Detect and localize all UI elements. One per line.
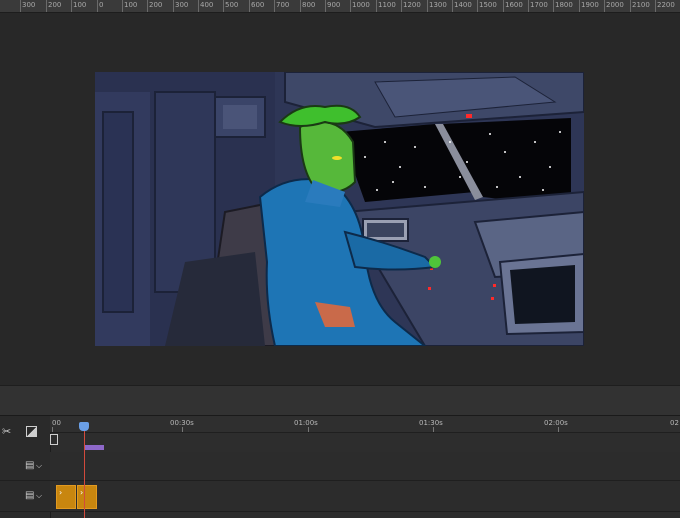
video-clip[interactable]: › (56, 485, 76, 509)
timecode-label: 00 (52, 419, 61, 427)
audio-mute-icon[interactable] (50, 434, 58, 445)
timecode-label: 01:00s (294, 419, 318, 427)
timecode-label: 02:00s (544, 419, 568, 427)
ruler-label: 100 (124, 1, 138, 9)
ruler-label: 2100 (632, 1, 650, 9)
ruler-label: 100 (73, 1, 87, 9)
ruler-label: 1400 (454, 1, 472, 9)
ruler-label: 1100 (378, 1, 396, 9)
ruler-label: 300 (22, 1, 36, 9)
ruler-label: 500 (225, 1, 239, 9)
ruler-label: 800 (302, 1, 316, 9)
ruler-label: 0 (99, 1, 104, 9)
ruler-label: 400 (200, 1, 214, 9)
playhead-line[interactable] (84, 424, 85, 518)
chevron-down-icon[interactable]: ⌵ (36, 460, 42, 471)
film-icon[interactable]: ▤ (25, 460, 34, 471)
horizontal-ruler: 300 200 100 0 100 200 300 400 500 600 70… (0, 0, 680, 13)
ruler-label: 200 (149, 1, 163, 9)
ruler-label: 2200 (657, 1, 675, 9)
ruler-label: 300 (175, 1, 189, 9)
ruler-label: 1700 (530, 1, 548, 9)
playhead-handle[interactable] (79, 422, 89, 431)
video-track-2[interactable]: › › (50, 481, 680, 512)
chevron-down-icon[interactable]: ⌵ (36, 490, 42, 501)
panel-divider (0, 385, 680, 416)
ruler-label: 2000 (606, 1, 624, 9)
clip-arrow-icon: › (80, 488, 84, 497)
scissors-icon[interactable]: ✂ (2, 426, 11, 437)
ruler-label: 900 (327, 1, 341, 9)
clip-arrow-icon: › (59, 488, 63, 497)
ruler-label: 1300 (429, 1, 447, 9)
canvas-workspace[interactable] (0, 13, 680, 385)
timeline-panel[interactable]: ✂ 00 00:30s 01:00s 01:30s 02:00s 02 ▤ ⌵ … (0, 415, 680, 518)
ruler-label: 1500 (479, 1, 497, 9)
ruler-label: 1600 (505, 1, 523, 9)
video-track-1[interactable] (50, 452, 680, 481)
transition-icon[interactable] (26, 426, 37, 437)
ruler-label: 1000 (352, 1, 370, 9)
track-1-controls: ▤ ⌵ (0, 452, 50, 481)
timecode-label: 02 (670, 419, 679, 427)
ruler-label: 600 (251, 1, 265, 9)
timecode-label: 00:30s (170, 419, 194, 427)
ruler-label: 700 (276, 1, 290, 9)
film-icon[interactable]: ▤ (25, 490, 34, 501)
video-clip[interactable]: › (77, 485, 97, 509)
track-2-controls: ▤ ⌵ (0, 481, 50, 512)
timeline-ruler[interactable]: 00 00:30s 01:00s 01:30s 02:00s 02 (50, 416, 680, 433)
ruler-label: 1800 (555, 1, 573, 9)
audio-bar[interactable] (84, 445, 104, 450)
timecode-label: 01:30s (419, 419, 443, 427)
document-canvas[interactable] (95, 72, 584, 346)
ruler-label: 200 (48, 1, 62, 9)
ruler-label: 1900 (581, 1, 599, 9)
cockpit-artwork (95, 72, 584, 346)
ruler-label: 1200 (403, 1, 421, 9)
